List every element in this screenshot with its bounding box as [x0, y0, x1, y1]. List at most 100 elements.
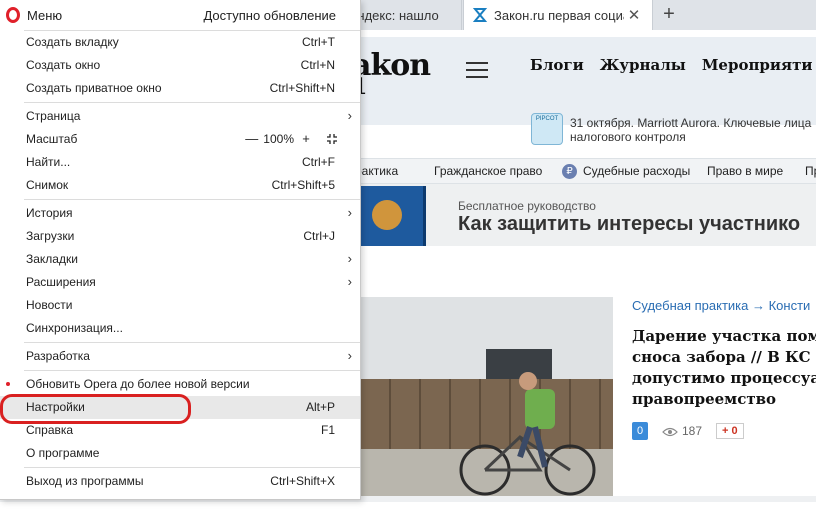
- menu-title[interactable]: Меню: [27, 8, 62, 23]
- book-cover-image: [352, 186, 426, 246]
- subnav-civil-law[interactable]: Гражданское право: [434, 164, 542, 178]
- plus-button[interactable]: + 0: [716, 423, 744, 439]
- chevron-right-icon: ›: [347, 274, 352, 289]
- banner-caption: Бесплатное руководство: [458, 199, 596, 213]
- menu-item-update-opera[interactable]: Обновить Opera до более новой версии: [0, 373, 360, 396]
- menu-separator: [24, 467, 360, 468]
- update-dot-icon: [6, 382, 10, 386]
- zoom-out-button[interactable]: —: [245, 131, 258, 146]
- menu-item-exit[interactable]: Выход из программы Ctrl+Shift+X: [0, 470, 360, 493]
- menu-item-shortcut: Ctrl+T: [302, 35, 335, 49]
- menu-item-history[interactable]: История ›: [0, 202, 360, 225]
- menu-item-zoom: Масштаб — 100% +: [0, 128, 360, 151]
- menu-separator: [24, 370, 360, 371]
- subnav-law-world[interactable]: Право в мире: [707, 164, 783, 178]
- tab-title: Закон.ru первая социальн: [494, 7, 624, 23]
- menu-item-help[interactable]: Справка F1: [0, 419, 360, 442]
- menu-header: Меню Доступно обновление: [0, 0, 360, 30]
- menu-item-label: Создать окно: [26, 58, 101, 72]
- menu-item-shortcut: Alt+P: [305, 400, 335, 414]
- nav-journals[interactable]: Журналы: [600, 56, 686, 74]
- article-title-line: правопреемство: [632, 390, 777, 408]
- menu-item-shortcut: Ctrl+Shift+N: [269, 81, 335, 95]
- menu-item-sync[interactable]: Синхронизация...: [0, 317, 360, 340]
- menu-item-find[interactable]: Найти... Ctrl+F: [0, 151, 360, 174]
- chevron-right-icon: ›: [347, 108, 352, 123]
- menu-item-downloads[interactable]: Загрузки Ctrl+J: [0, 225, 360, 248]
- menu-item-extensions[interactable]: Расширения ›: [0, 271, 360, 294]
- menu-item-developer[interactable]: Разработка ›: [0, 345, 360, 368]
- menu-item-shortcut: Ctrl+J: [303, 229, 335, 243]
- menu-item-label: Найти...: [26, 155, 71, 169]
- menu-item-snapshot[interactable]: Снимок Ctrl+Shift+5: [0, 174, 360, 197]
- subnav-court-costs-label: Судебные расходы: [583, 164, 691, 178]
- menu-item-new-window[interactable]: Создать окно Ctrl+N: [0, 54, 360, 77]
- article-category[interactable]: Судебная практика → Консти: [632, 298, 810, 313]
- fullscreen-icon[interactable]: [326, 133, 338, 145]
- event-badge[interactable]: PIPCOT: [531, 113, 563, 145]
- views-count: 187: [682, 424, 703, 438]
- menu-item-shortcut: F1: [320, 423, 335, 437]
- menu-item-label: Страница: [26, 109, 81, 123]
- menu-separator: [24, 199, 360, 200]
- close-tab-icon[interactable]: ✕: [624, 6, 644, 24]
- menu-item-label: Закладки: [26, 252, 78, 266]
- menu-item-label: Создать приватное окно: [26, 81, 162, 95]
- eye-icon: [662, 427, 678, 436]
- menu-item-new-private-window[interactable]: Создать приватное окно Ctrl+Shift+N: [0, 77, 360, 100]
- menu-item-label: О программе: [26, 446, 100, 460]
- menu-separator: [24, 102, 360, 103]
- menu-item-shortcut: Ctrl+Shift+5: [271, 178, 335, 192]
- hamburger-menu-icon[interactable]: [466, 62, 488, 83]
- menu-item-label: Справка: [26, 423, 74, 437]
- menu-item-label: Новости: [26, 298, 73, 312]
- banner-headline[interactable]: Как защитить интересы участнико: [458, 213, 800, 236]
- menu-item-shortcut: Ctrl+N: [300, 58, 335, 72]
- site-top-nav: Блоги Журналы Мероприяти: [530, 56, 813, 74]
- chevron-right-icon: ›: [347, 205, 352, 220]
- tab-title: Яндекс: нашло: [348, 7, 439, 23]
- menu-item-label: История: [26, 206, 73, 220]
- update-available-link[interactable]: Доступно обновление: [203, 8, 336, 23]
- article-title-line: Дарение участка пом: [632, 327, 816, 345]
- cyclist-photo-image: [340, 297, 613, 502]
- ruble-icon: ₽: [562, 164, 577, 180]
- menu-item-news[interactable]: Новости: [0, 294, 360, 317]
- menu-item-label: Загрузки: [26, 229, 75, 243]
- new-tab-button[interactable]: +: [658, 3, 680, 27]
- subnav-more[interactable]: Пр: [805, 164, 816, 178]
- menu-item-shortcut: Ctrl+F: [302, 155, 335, 169]
- zoom-in-button[interactable]: +: [300, 131, 312, 146]
- menu-item-about[interactable]: О программе: [0, 442, 360, 465]
- subnav-court-costs[interactable]: ₽ Судебные расходы: [562, 164, 691, 180]
- chevron-right-icon: ›: [347, 251, 352, 266]
- tab-zakon[interactable]: Закон.ru первая социальн ✕: [463, 0, 653, 30]
- views-count-wrap: 187: [662, 424, 702, 438]
- menu-item-label: Расширения: [26, 275, 96, 289]
- opera-main-menu: Меню Доступно обновление Создать вкладку…: [0, 0, 361, 500]
- article-title-line: допустимо процессуа: [632, 369, 816, 387]
- menu-item-label: Создать вкладку: [26, 35, 119, 49]
- site-sub-nav: рактика Гражданское право ₽ Судебные расх…: [340, 158, 816, 184]
- menu-item-settings[interactable]: Настройки Alt+P: [0, 396, 360, 419]
- menu-item-bookmarks[interactable]: Закладки ›: [0, 248, 360, 271]
- menu-item-new-tab[interactable]: Создать вкладку Ctrl+T: [0, 31, 360, 54]
- article-photo[interactable]: [340, 297, 613, 502]
- chevron-right-icon: ›: [347, 348, 352, 363]
- menu-item-label: Снимок: [26, 178, 69, 192]
- menu-item-label: Синхронизация...: [26, 321, 123, 335]
- menu-item-shortcut: Ctrl+Shift+X: [270, 474, 335, 488]
- subnav-practice[interactable]: рактика: [355, 164, 398, 178]
- article-stats: 0 187 + 0: [632, 422, 744, 440]
- zoom-level: 100%: [263, 131, 294, 146]
- comments-count[interactable]: 0: [632, 422, 648, 440]
- article-title[interactable]: Дарение участка пом сноса забора // В КС…: [632, 326, 816, 410]
- event-announcement[interactable]: 31 октября. Marriott Aurora. Ключевые ли…: [570, 116, 816, 144]
- menu-item-label: Обновить Opera до более новой версии: [26, 377, 250, 391]
- zoom-control: — 100% +: [245, 131, 338, 146]
- nav-blogs[interactable]: Блоги: [530, 56, 584, 74]
- menu-separator: [24, 342, 360, 343]
- menu-item-page[interactable]: Страница ›: [0, 105, 360, 128]
- opera-logo-icon: [6, 7, 20, 23]
- nav-events[interactable]: Мероприяти: [702, 56, 813, 74]
